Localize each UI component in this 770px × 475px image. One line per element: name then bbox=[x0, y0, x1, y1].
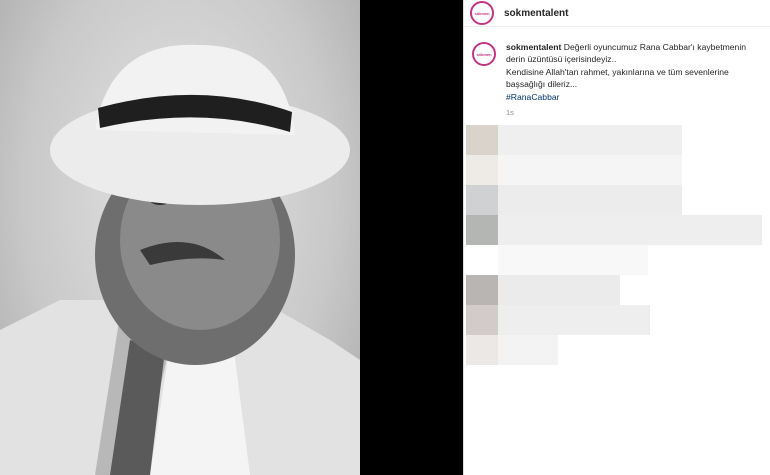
header-username[interactable]: sokmentalent bbox=[504, 8, 568, 19]
blur-block bbox=[466, 335, 498, 365]
caption-text-2: Kendisine Allah'tan rahmet, yakınlarına … bbox=[506, 66, 729, 90]
avatar[interactable]: sökmen bbox=[470, 1, 494, 25]
caption-comment: sökmen sokmentalent Değerli oyuncumuz Ra… bbox=[464, 27, 770, 119]
blur-block bbox=[498, 245, 648, 275]
portrait-image bbox=[0, 44, 360, 475]
caption-avatar[interactable]: sökmen bbox=[472, 42, 496, 66]
blur-block bbox=[466, 275, 498, 305]
blur-block bbox=[498, 305, 650, 335]
avatar-logo-text: sökmen bbox=[474, 10, 490, 16]
blur-block bbox=[498, 335, 558, 365]
hashtag-link[interactable]: #RanaCabbar bbox=[506, 91, 761, 103]
blur-block bbox=[498, 155, 682, 185]
blur-block bbox=[466, 125, 498, 155]
blur-block bbox=[466, 185, 498, 215]
blur-block bbox=[498, 215, 762, 245]
black-background bbox=[360, 0, 463, 475]
post-header: sökmen sokmentalent bbox=[464, 0, 770, 27]
post-photo[interactable] bbox=[0, 0, 360, 475]
blur-block bbox=[498, 275, 620, 305]
avatar-logo-text: sökmen bbox=[476, 51, 492, 57]
blur-block bbox=[498, 185, 682, 215]
caption-username[interactable]: sokmentalent bbox=[506, 42, 561, 52]
caption-body: sokmentalent Değerli oyuncumuz Rana Cabb… bbox=[506, 41, 761, 119]
post-panel: sökmen sokmentalent sökmen sokmentalent … bbox=[463, 0, 770, 475]
post-time[interactable]: 1s bbox=[506, 107, 761, 119]
blur-block bbox=[498, 125, 682, 155]
blur-block bbox=[466, 215, 498, 245]
blur-block bbox=[466, 305, 498, 335]
blur-block bbox=[466, 155, 498, 185]
